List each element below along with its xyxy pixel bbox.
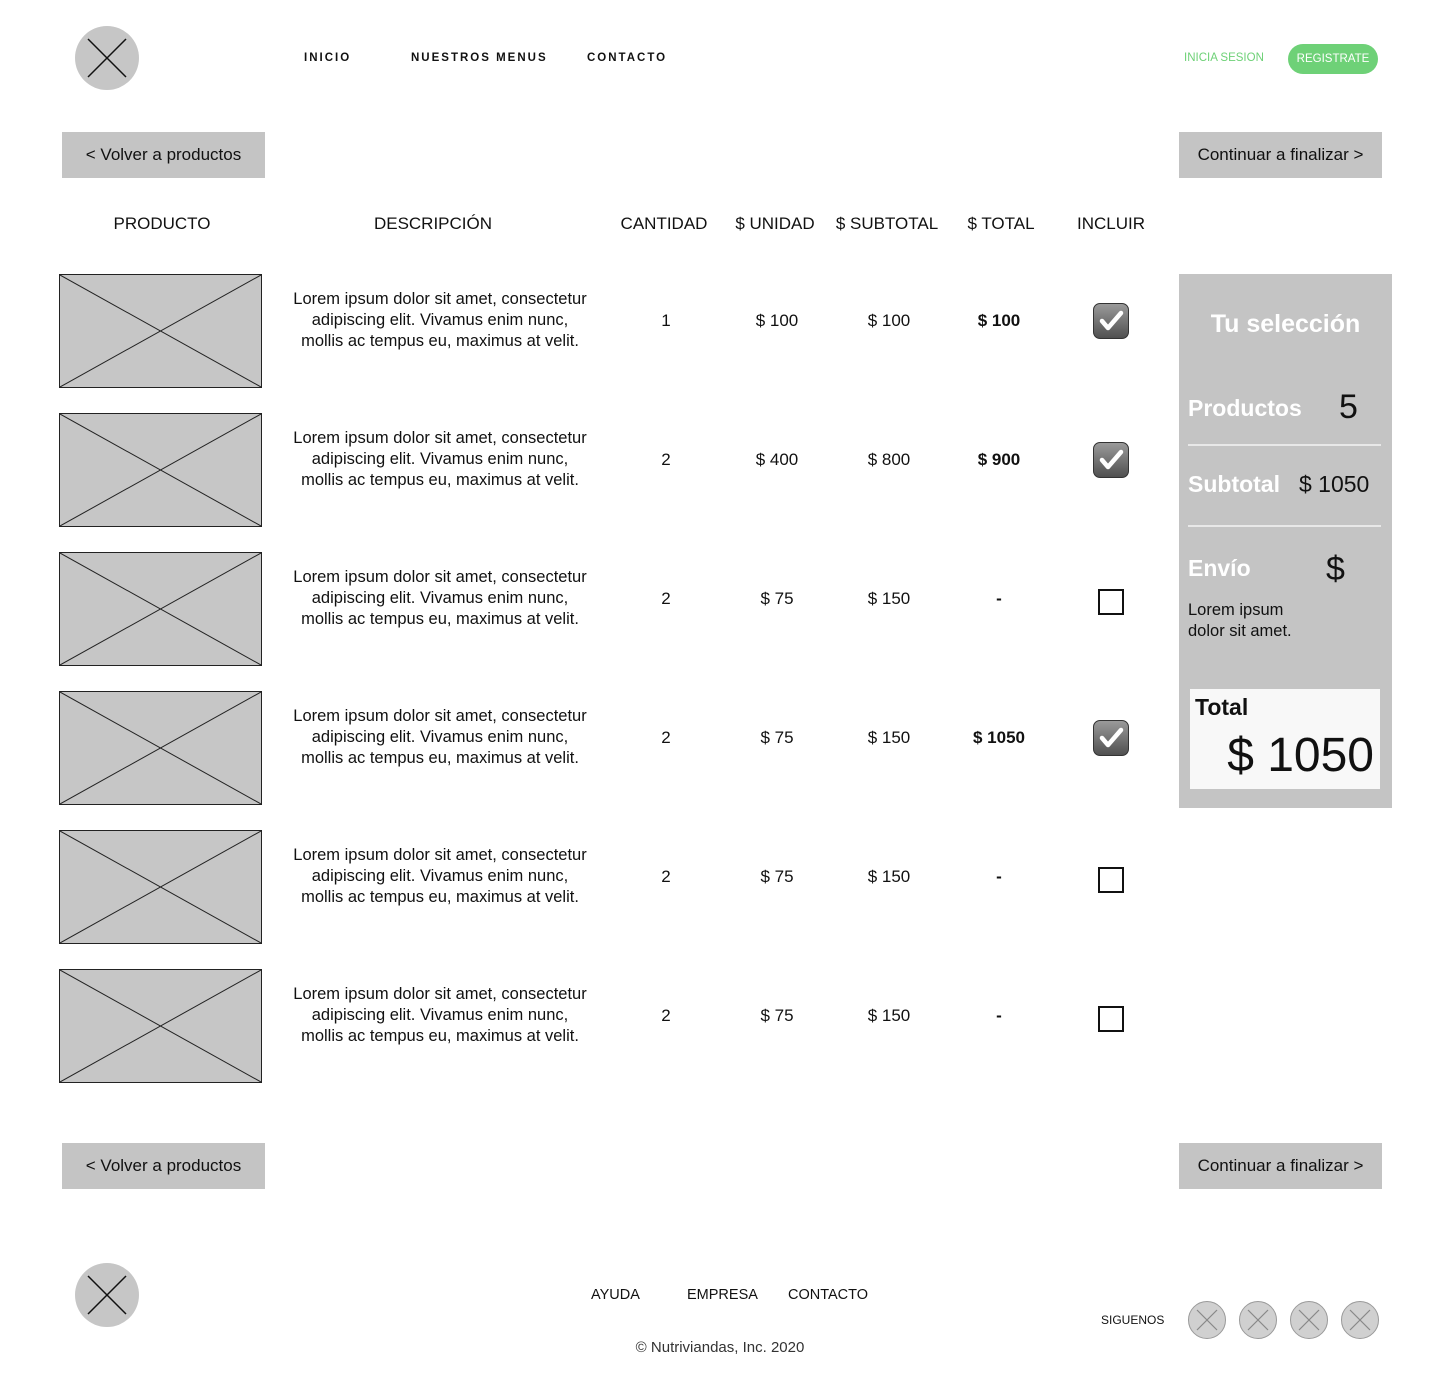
social-icon[interactable] xyxy=(1239,1301,1277,1339)
product-unit-price: $ 100 xyxy=(755,311,799,330)
include-checkbox[interactable] xyxy=(1098,1006,1124,1032)
nav-inicio[interactable]: INICIO xyxy=(304,52,351,64)
back-to-products-button-top[interactable]: < Volver a productos xyxy=(62,132,265,178)
summary-divider xyxy=(1188,525,1381,527)
product-quantity: 2 xyxy=(661,450,671,469)
product-total: $ 100 xyxy=(977,311,1021,330)
social-icon[interactable] xyxy=(1290,1301,1328,1339)
product-image-placeholder xyxy=(59,274,262,388)
continue-to-checkout-button-top[interactable]: Continuar a finalizar > xyxy=(1179,132,1382,178)
product-quantity: 2 xyxy=(661,1006,671,1025)
continue-to-checkout-button-bottom[interactable]: Continuar a finalizar > xyxy=(1179,1143,1382,1189)
nav-nuestros-menus[interactable]: NUESTROS MENUS xyxy=(411,52,548,64)
product-total: - xyxy=(996,867,1002,886)
product-description: Lorem ipsum dolor sit amet, consectetur … xyxy=(293,290,587,350)
social-icon[interactable] xyxy=(1341,1301,1379,1339)
col-cantidad: CANTIDAD xyxy=(620,214,708,233)
summary-divider xyxy=(1188,444,1381,446)
product-image-placeholder xyxy=(59,969,262,1083)
product-description: Lorem ipsum dolor sit amet, consectetur … xyxy=(293,985,587,1045)
product-subtotal: $ 150 xyxy=(867,728,911,747)
product-subtotal: $ 150 xyxy=(867,867,911,886)
col-producto: PRODUCTO xyxy=(113,214,211,233)
summary-products-label: Productos xyxy=(1188,395,1302,421)
product-description: Lorem ipsum dolor sit amet, consectetur … xyxy=(293,429,587,489)
product-subtotal: $ 150 xyxy=(867,589,911,608)
summary-total-box: Total $ 1050 xyxy=(1190,689,1380,789)
summary-subtotal-value: $ 1050 xyxy=(1299,471,1370,497)
product-subtotal: $ 800 xyxy=(867,450,911,469)
footer-link-contacto[interactable]: CONTACTO xyxy=(788,1287,868,1303)
col-total: $ TOTAL xyxy=(967,214,1035,233)
product-image-placeholder xyxy=(59,830,262,944)
summary-total-value: $ 1050 xyxy=(1227,729,1374,782)
summary-shipping-note: Lorem ipsum dolor sit amet. xyxy=(1188,601,1292,640)
product-subtotal: $ 100 xyxy=(867,311,911,330)
product-total: - xyxy=(996,1006,1002,1025)
include-checkbox-checked[interactable] xyxy=(1093,303,1129,339)
product-unit-price: $ 400 xyxy=(755,450,799,469)
product-quantity: 2 xyxy=(661,867,671,886)
col-incluir: INCLUIR xyxy=(1076,214,1145,233)
product-total: $ 1050 xyxy=(973,728,1025,747)
footer-logo[interactable] xyxy=(75,1263,139,1327)
product-image-placeholder xyxy=(59,552,262,666)
nav-contacto[interactable]: CONTACTO xyxy=(587,52,667,64)
register-button[interactable]: REGISTRATE xyxy=(1288,44,1378,74)
selection-summary: Tu selección Productos 5 Subtotal $ 1050… xyxy=(1179,274,1392,808)
product-quantity: 2 xyxy=(661,728,671,747)
summary-title: Tu selección xyxy=(1210,310,1361,338)
copyright: © Nutriviandas, Inc. 2020 xyxy=(635,1339,805,1356)
include-checkbox-checked[interactable] xyxy=(1093,442,1129,478)
product-quantity: 2 xyxy=(661,589,671,608)
include-checkbox[interactable] xyxy=(1098,867,1124,893)
product-description: Lorem ipsum dolor sit amet, consectetur … xyxy=(293,846,587,906)
brand-logo[interactable] xyxy=(75,26,139,90)
back-to-products-button-bottom[interactable]: < Volver a productos xyxy=(62,1143,265,1189)
product-image-placeholder xyxy=(59,691,262,805)
product-unit-price: $ 75 xyxy=(760,867,794,886)
summary-total-label: Total xyxy=(1195,694,1249,720)
product-total: - xyxy=(996,589,1002,608)
summary-shipping-value: $ xyxy=(1326,550,1345,588)
product-unit-price: $ 75 xyxy=(760,1006,794,1025)
include-checkbox-checked[interactable] xyxy=(1093,720,1129,756)
summary-shipping-label: Envío xyxy=(1188,555,1251,581)
include-checkbox[interactable] xyxy=(1098,589,1124,615)
col-descripcion: DESCRIPCIÓN xyxy=(373,214,493,233)
footer-link-empresa[interactable]: EMPRESA xyxy=(687,1287,758,1303)
social-icon[interactable] xyxy=(1188,1301,1226,1339)
summary-subtotal-label: Subtotal xyxy=(1188,471,1280,497)
product-unit-price: $ 75 xyxy=(760,589,794,608)
follow-label: SIGUENOS xyxy=(1101,1313,1165,1327)
login-link[interactable]: INICIA SESION xyxy=(1184,52,1264,64)
product-image-placeholder xyxy=(59,413,262,527)
product-unit-price: $ 75 xyxy=(760,728,794,747)
product-quantity: 1 xyxy=(661,311,671,330)
product-subtotal: $ 150 xyxy=(867,1006,911,1025)
product-description: Lorem ipsum dolor sit amet, consectetur … xyxy=(293,707,587,767)
summary-products-value: 5 xyxy=(1339,388,1358,426)
col-subtotal: $ SUBTOTAL xyxy=(835,214,939,233)
col-unidad: $ UNIDAD xyxy=(735,214,815,233)
footer-link-ayuda[interactable]: AYUDA xyxy=(591,1287,640,1303)
product-description: Lorem ipsum dolor sit amet, consectetur … xyxy=(293,568,587,628)
product-total: $ 900 xyxy=(977,450,1021,469)
